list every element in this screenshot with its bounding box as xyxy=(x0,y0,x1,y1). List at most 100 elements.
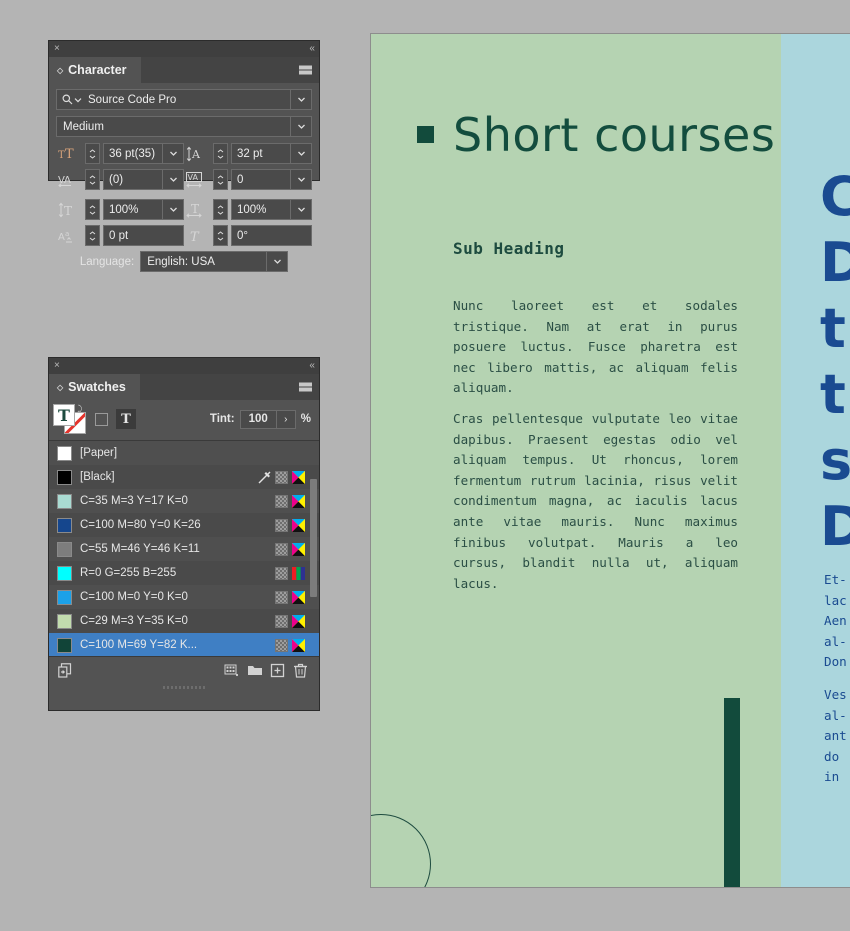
vertical-scale-stepper[interactable] xyxy=(85,199,100,220)
fill-swatch[interactable]: T xyxy=(53,404,75,426)
swatch-row[interactable]: C=29 M=3 Y=35 K=0 xyxy=(49,609,319,633)
chevron-down-icon[interactable] xyxy=(290,144,311,163)
new-color-group-folder-icon[interactable] xyxy=(246,662,263,679)
vertical-scale-control[interactable]: T 100% xyxy=(56,199,184,220)
svg-text:A: A xyxy=(64,175,71,186)
tab-swatches[interactable]: ◇ Swatches xyxy=(49,374,140,400)
chevron-down-icon[interactable] xyxy=(266,252,287,271)
swatch-row[interactable]: C=100 M=0 Y=0 K=0 xyxy=(49,585,319,609)
baseline-shift-icon: Aa xyxy=(56,226,82,246)
language-field[interactable]: English: USA xyxy=(140,251,289,272)
formatting-affects-text-icon[interactable]: T xyxy=(116,409,136,429)
swatch-row[interactable]: C=100 M=80 Y=0 K=26 xyxy=(49,513,319,537)
tab-character[interactable]: ◇ Character xyxy=(49,57,141,83)
collapse-icon[interactable]: ‹‹ xyxy=(309,44,315,54)
kerning-tracking-row: VA (0) VA 0 xyxy=(56,169,312,190)
character-panel[interactable]: × ‹‹ ◇ Character Source Code Pro Medium xyxy=(48,40,320,272)
swatch-name: C=55 M=46 Y=46 K=11 xyxy=(80,543,200,555)
swatch-row[interactable]: [Paper] xyxy=(49,441,319,465)
kerning-control[interactable]: VA (0) xyxy=(56,169,184,190)
formatting-affects-container-icon[interactable] xyxy=(95,412,108,426)
baseline-shift-field[interactable]: 0 pt xyxy=(103,225,184,246)
swatch-row[interactable]: C=100 M=69 Y=82 K... xyxy=(49,633,319,656)
tracking-value: 0 xyxy=(237,173,244,186)
font-size-field[interactable]: 36 pt(35) xyxy=(103,143,184,164)
fill-stroke-control[interactable]: T ⤸ xyxy=(53,404,87,434)
chevron-down-icon[interactable] xyxy=(162,170,183,189)
horizontal-scale-field[interactable]: 100% xyxy=(231,199,312,220)
font-size-stepper[interactable] xyxy=(85,143,100,164)
cmyk-icon xyxy=(292,638,305,652)
leading-stepper[interactable] xyxy=(213,143,228,164)
language-label: Language: xyxy=(79,255,135,268)
swatch-icons xyxy=(275,590,305,604)
panel-menu-icon[interactable] xyxy=(299,65,312,75)
vertical-scale-field[interactable]: 100% xyxy=(103,199,184,220)
tracking-field[interactable]: 0 xyxy=(231,169,312,190)
cmyk-icon xyxy=(292,590,305,604)
tracking-stepper[interactable] xyxy=(213,169,228,190)
svg-text:T: T xyxy=(58,150,65,161)
language-value: English: USA xyxy=(147,255,215,268)
tint-control[interactable]: Tint: 100 › % xyxy=(210,409,311,429)
swatch-row[interactable]: C=35 M=3 Y=17 K=0 xyxy=(49,489,319,513)
chevron-down-icon[interactable] xyxy=(290,200,311,219)
kerning-icon: VA xyxy=(56,170,82,190)
swatch-icons xyxy=(275,494,305,508)
tint-field[interactable]: 100 › xyxy=(239,409,296,429)
font-family-field[interactable]: Source Code Pro xyxy=(56,89,312,110)
swatch-color-chip xyxy=(57,541,72,557)
character-panel-titlebar[interactable]: × ‹‹ xyxy=(49,41,319,57)
grid-icon xyxy=(275,518,288,532)
blue-paragraph-2: Ves al- ant do in xyxy=(824,687,847,785)
new-swatch-icon[interactable] xyxy=(269,662,286,679)
document-canvas[interactable]: Short courses Sub Heading Nunc laoreet e… xyxy=(370,33,850,888)
skew-field[interactable]: 0° xyxy=(231,225,312,246)
font-style-field[interactable]: Medium xyxy=(56,116,312,137)
swatch-row[interactable]: C=55 M=46 Y=46 K=11 xyxy=(49,537,319,561)
scale-row: T 100% T 100% xyxy=(56,199,312,220)
tracking-control[interactable]: VA 0 xyxy=(184,169,312,190)
search-icon[interactable] xyxy=(57,94,82,105)
baseline-skew-row: Aa 0 pt T 0° xyxy=(56,225,312,246)
chevron-down-icon[interactable] xyxy=(162,144,183,163)
kerning-stepper[interactable] xyxy=(85,169,100,190)
delete-swatch-icon[interactable] xyxy=(292,662,309,679)
close-icon[interactable]: × xyxy=(54,44,60,54)
cmyk-icon xyxy=(292,614,305,628)
collapse-icon[interactable]: ‹‹ xyxy=(309,361,315,371)
swatches-scrollbar[interactable] xyxy=(310,479,317,597)
swatches-panel[interactable]: × ‹‹ ◇ Swatches T ⤸ T Tint: 100 › % [Pap… xyxy=(48,357,320,711)
font-size-control[interactable]: TT 36 pt(35) xyxy=(56,143,184,164)
leading-control[interactable]: A 32 pt xyxy=(184,143,312,164)
baseline-shift-stepper[interactable] xyxy=(85,225,100,246)
horizontal-scale-stepper[interactable] xyxy=(213,199,228,220)
add-to-cc-library-icon[interactable] xyxy=(57,662,74,679)
leading-value: 32 pt xyxy=(237,147,263,160)
swatch-name: C=35 M=3 Y=17 K=0 xyxy=(80,495,188,507)
swatch-row[interactable]: R=0 G=255 B=255 xyxy=(49,561,319,585)
cmyk-icon xyxy=(292,470,305,484)
leading-field[interactable]: 32 pt xyxy=(231,143,312,164)
chevron-down-icon[interactable] xyxy=(290,170,311,189)
page-subheading: Sub Heading xyxy=(453,239,565,258)
skew-stepper[interactable] xyxy=(213,225,228,246)
chevron-down-icon[interactable] xyxy=(290,90,311,109)
baseline-shift-control[interactable]: Aa 0 pt xyxy=(56,225,184,246)
swatch-name: [Black] xyxy=(80,471,115,483)
close-icon[interactable]: × xyxy=(54,361,60,371)
swatch-row[interactable]: [Black] xyxy=(49,465,319,489)
chevron-down-icon[interactable] xyxy=(290,117,311,136)
new-color-group-icon[interactable] xyxy=(223,662,240,679)
tint-dropdown-arrow-icon[interactable]: › xyxy=(275,410,295,428)
panel-menu-icon[interactable] xyxy=(299,382,312,392)
panel-resize-grip[interactable] xyxy=(49,683,319,691)
skew-control[interactable]: T 0° xyxy=(184,225,312,246)
horizontal-scale-control[interactable]: T 100% xyxy=(184,199,312,220)
kerning-field[interactable]: (0) xyxy=(103,169,184,190)
cmyk-icon xyxy=(292,494,305,508)
chevron-down-icon[interactable] xyxy=(162,200,183,219)
swatches-list[interactable]: [Paper] [Black] C=35 M=3 Y=17 K=0 C=100 M=8… xyxy=(49,440,319,656)
swatches-panel-titlebar[interactable]: × ‹‹ xyxy=(49,358,319,374)
swatch-name: C=100 M=0 Y=0 K=0 xyxy=(80,591,188,603)
